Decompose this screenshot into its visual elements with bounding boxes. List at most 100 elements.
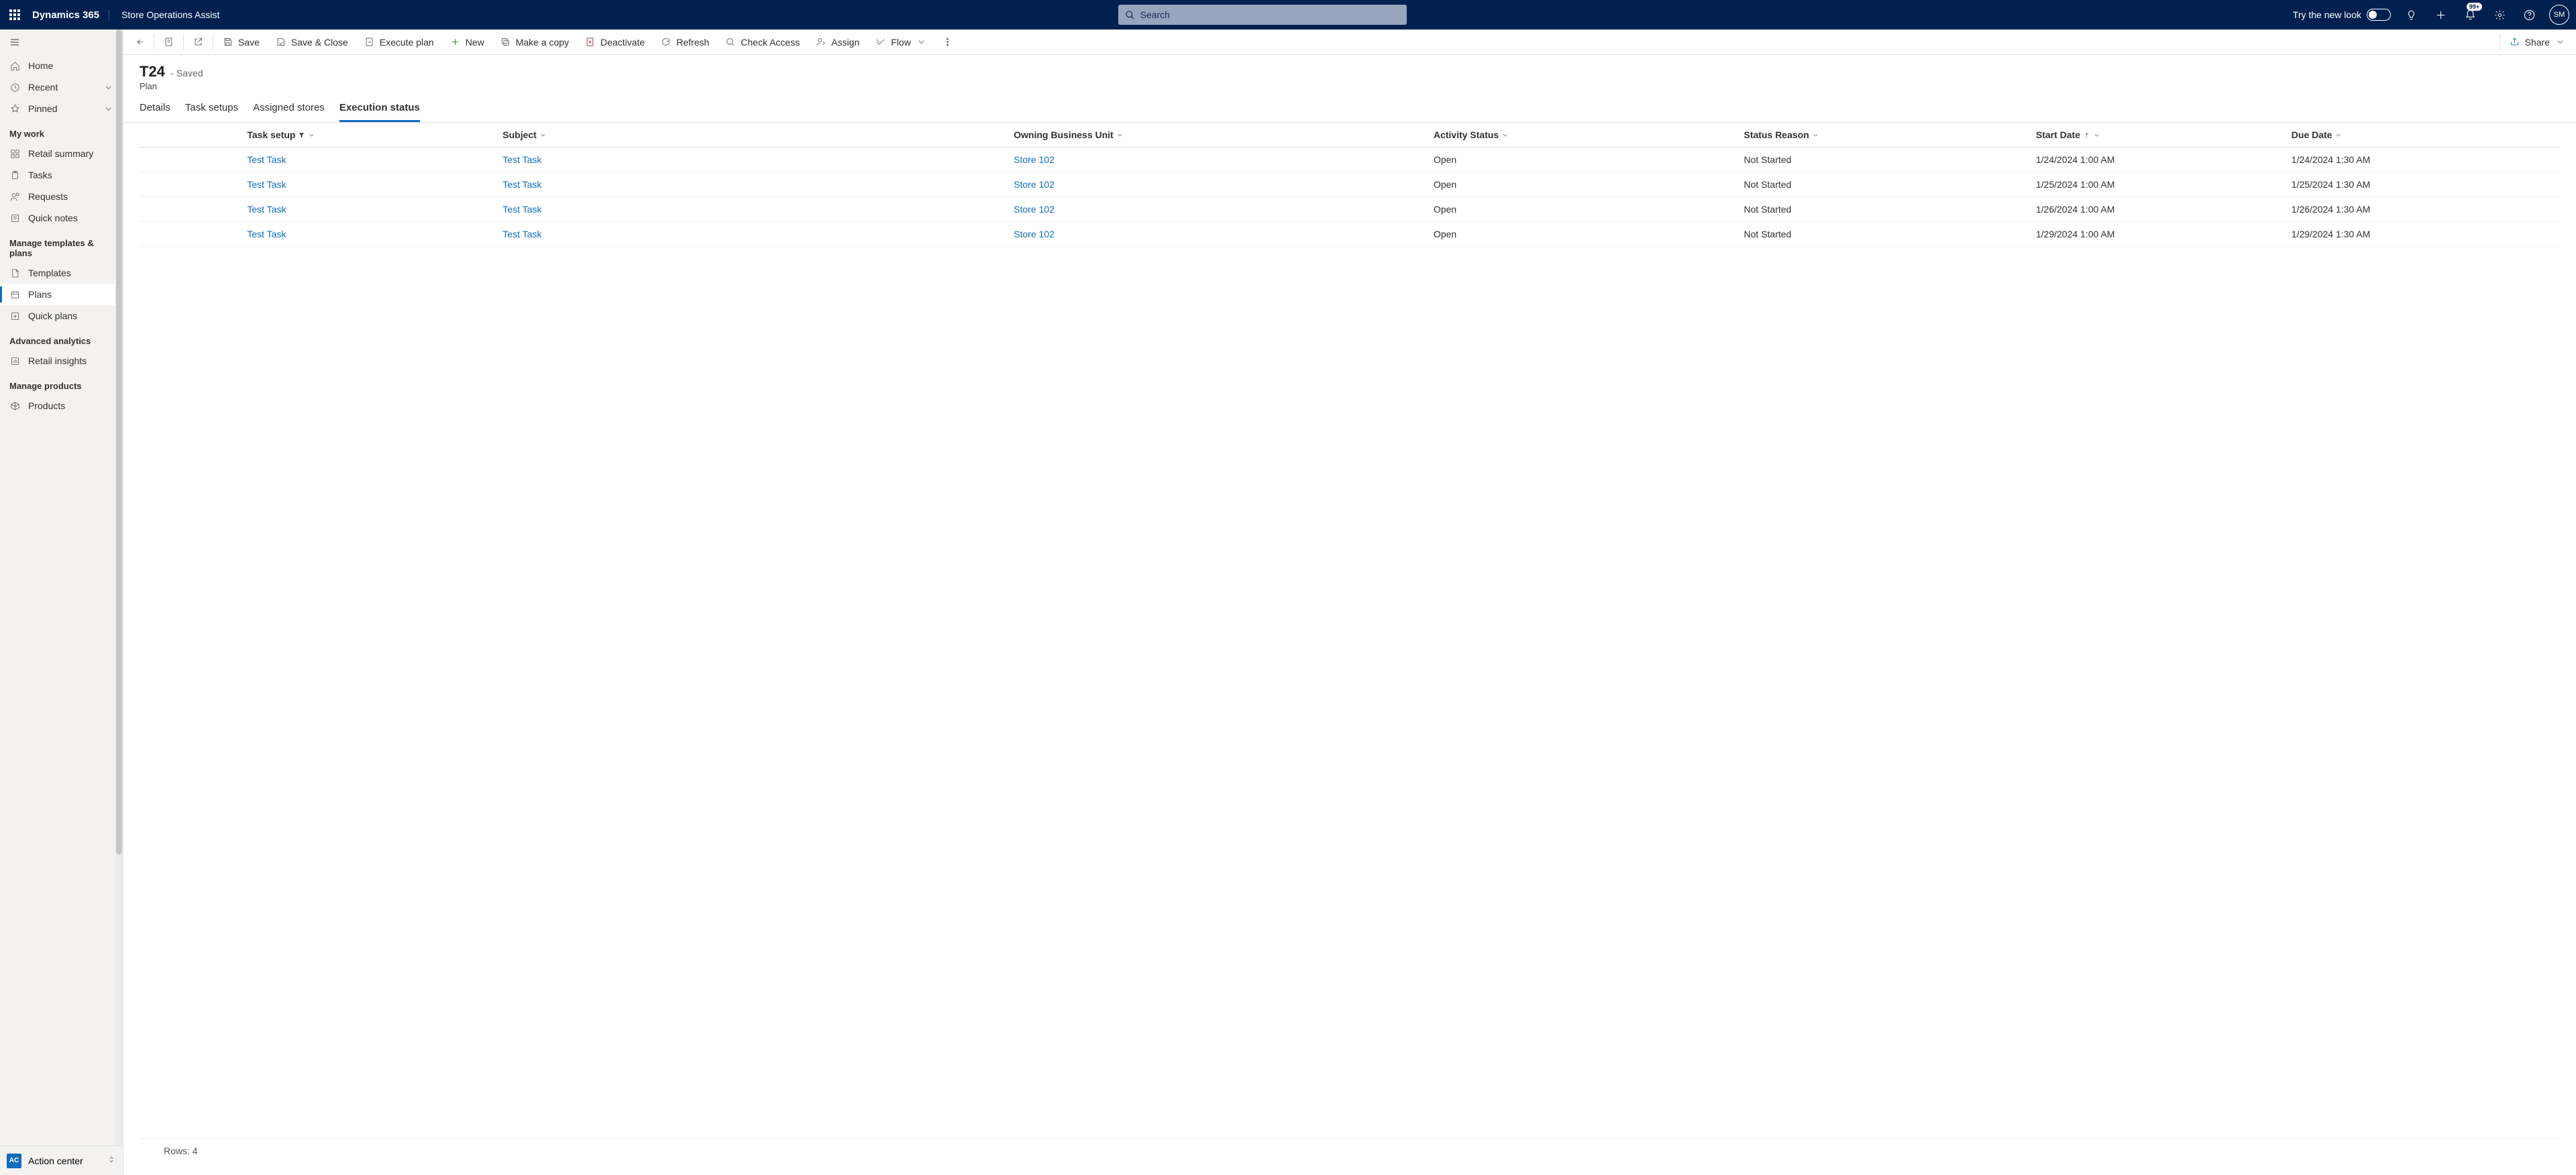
save-button[interactable]: Save xyxy=(215,30,268,55)
cell-task-setup[interactable]: Test Task xyxy=(241,172,497,197)
overflow-button[interactable] xyxy=(934,30,961,55)
app-launcher-icon[interactable] xyxy=(0,0,30,30)
updown-icon xyxy=(107,1155,116,1166)
help-icon[interactable] xyxy=(2516,0,2542,30)
cell-owning-bu[interactable]: Store 102 xyxy=(1008,148,1428,172)
global-header: Dynamics 365 Store Operations Assist Try… xyxy=(0,0,2576,30)
tab-assigned-stores[interactable]: Assigned stores xyxy=(253,98,325,122)
col-start-date[interactable]: Start Date xyxy=(2031,123,2286,148)
sidebar-scrollbar[interactable] xyxy=(115,30,123,1175)
table-row[interactable]: Test TaskTest TaskStore 102OpenNot Start… xyxy=(140,148,2560,172)
sidebar-item-pinned[interactable]: Pinned xyxy=(0,98,123,119)
sidebar-item-quick-plans[interactable]: Quick plans xyxy=(0,305,123,327)
chevron-down-icon xyxy=(103,103,113,114)
col-owning-bu[interactable]: Owning Business Unit xyxy=(1008,123,1428,148)
filter-icon xyxy=(298,131,305,139)
make-copy-label: Make a copy xyxy=(516,37,569,48)
sidebar-item-templates[interactable]: Templates xyxy=(0,262,123,284)
avatar[interactable]: SM xyxy=(2549,5,2569,25)
template-icon xyxy=(9,268,20,278)
row-select[interactable] xyxy=(140,172,241,197)
sidebar-section-manage-templates: Manage templates & plans xyxy=(0,229,123,262)
col-status-reason[interactable]: Status Reason xyxy=(1739,123,2031,148)
popout-button[interactable] xyxy=(185,30,211,55)
sidebar-item-label: Requests xyxy=(28,191,68,202)
tab-task-setups[interactable]: Task setups xyxy=(185,98,238,122)
sidebar-item-products[interactable]: Products xyxy=(0,395,123,416)
check-access-label: Check Access xyxy=(741,37,800,48)
cell-owning-bu[interactable]: Store 102 xyxy=(1008,172,1428,197)
cell-task-setup[interactable]: Test Task xyxy=(241,197,497,222)
sidebar-item-quick-notes[interactable]: Quick notes xyxy=(0,207,123,229)
open-record-set-button[interactable] xyxy=(156,30,182,55)
command-bar: Save Save & Close Execute plan New Make … xyxy=(123,30,2576,55)
cell-subject[interactable]: Test Task xyxy=(497,197,1008,222)
execute-plan-button[interactable]: Execute plan xyxy=(356,30,442,55)
table-row[interactable]: Test TaskTest TaskStore 102OpenNot Start… xyxy=(140,172,2560,197)
cell-task-setup[interactable]: Test Task xyxy=(241,148,497,172)
col-select[interactable] xyxy=(140,123,241,148)
toggle-icon[interactable] xyxy=(2367,9,2391,21)
note-icon xyxy=(9,213,20,223)
sidebar-item-label: Recent xyxy=(28,82,58,93)
cell-subject[interactable]: Test Task xyxy=(497,172,1008,197)
sidebar-item-plans[interactable]: Plans xyxy=(0,284,123,305)
sidebar-item-label: Tasks xyxy=(28,170,52,180)
sidebar-item-requests[interactable]: Requests xyxy=(0,186,123,207)
table-row[interactable]: Test TaskTest TaskStore 102OpenNot Start… xyxy=(140,222,2560,247)
back-button[interactable] xyxy=(126,30,152,55)
chevron-down-icon xyxy=(1812,131,1819,139)
sidebar-item-retail-insights[interactable]: Retail insights xyxy=(0,350,123,372)
save-close-label: Save & Close xyxy=(291,37,348,48)
new-button[interactable]: New xyxy=(442,30,492,55)
col-subject[interactable]: Subject xyxy=(497,123,1008,148)
sidebar-item-tasks[interactable]: Tasks xyxy=(0,164,123,186)
col-activity-status[interactable]: Activity Status xyxy=(1428,123,1739,148)
row-select[interactable] xyxy=(140,148,241,172)
deactivate-button[interactable]: Deactivate xyxy=(577,30,653,55)
bell-icon[interactable]: 99+ xyxy=(2457,0,2483,30)
tab-details[interactable]: Details xyxy=(140,98,170,122)
action-center-bar[interactable]: AC Action center xyxy=(0,1145,123,1175)
save-label: Save xyxy=(238,37,260,48)
sort-asc-icon xyxy=(2083,131,2090,139)
cell-start-date: 1/25/2024 1:00 AM xyxy=(2031,172,2286,197)
row-select[interactable] xyxy=(140,222,241,247)
search-icon xyxy=(1125,10,1135,20)
sidebar-item-home[interactable]: Home xyxy=(0,55,123,76)
gear-icon[interactable] xyxy=(2486,0,2513,30)
search-input[interactable] xyxy=(1140,9,1400,20)
row-select[interactable] xyxy=(140,197,241,222)
refresh-button[interactable]: Refresh xyxy=(653,30,717,55)
flow-button[interactable]: Flow xyxy=(867,30,934,55)
save-close-button[interactable]: Save & Close xyxy=(268,30,356,55)
insights-icon xyxy=(9,355,20,366)
sidebar-item-label: Pinned xyxy=(28,103,58,114)
share-button[interactable]: Share xyxy=(2502,30,2573,55)
brand-label[interactable]: Dynamics 365 xyxy=(30,9,109,21)
new-look-toggle[interactable]: Try the new look xyxy=(2293,9,2395,21)
cell-owning-bu[interactable]: Store 102 xyxy=(1008,197,1428,222)
cell-due-date: 1/25/2024 1:30 AM xyxy=(2286,172,2560,197)
cell-status-reason: Not Started xyxy=(1739,172,2031,197)
check-access-button[interactable]: Check Access xyxy=(717,30,808,55)
cell-owning-bu[interactable]: Store 102 xyxy=(1008,222,1428,247)
sidebar-item-recent[interactable]: Recent xyxy=(0,76,123,98)
lightbulb-icon[interactable] xyxy=(2398,0,2424,30)
assign-button[interactable]: Assign xyxy=(808,30,867,55)
col-task-setup[interactable]: Task setup xyxy=(241,123,497,148)
table-row[interactable]: Test TaskTest TaskStore 102OpenNot Start… xyxy=(140,197,2560,222)
sidebar-item-label: Retail summary xyxy=(28,148,93,159)
tab-execution-status[interactable]: Execution status xyxy=(339,98,420,122)
cell-subject[interactable]: Test Task xyxy=(497,222,1008,247)
cell-task-setup[interactable]: Test Task xyxy=(241,222,497,247)
cell-due-date: 1/24/2024 1:30 AM xyxy=(2286,148,2560,172)
plus-icon[interactable] xyxy=(2427,0,2454,30)
sidebar-item-retail-summary[interactable]: Retail summary xyxy=(0,143,123,164)
col-due-date[interactable]: Due Date xyxy=(2286,123,2560,148)
cell-subject[interactable]: Test Task xyxy=(497,148,1008,172)
global-search[interactable] xyxy=(1118,5,1407,25)
make-copy-button[interactable]: Make a copy xyxy=(492,30,577,55)
flow-label: Flow xyxy=(891,37,911,48)
hamburger-icon[interactable] xyxy=(0,30,123,55)
